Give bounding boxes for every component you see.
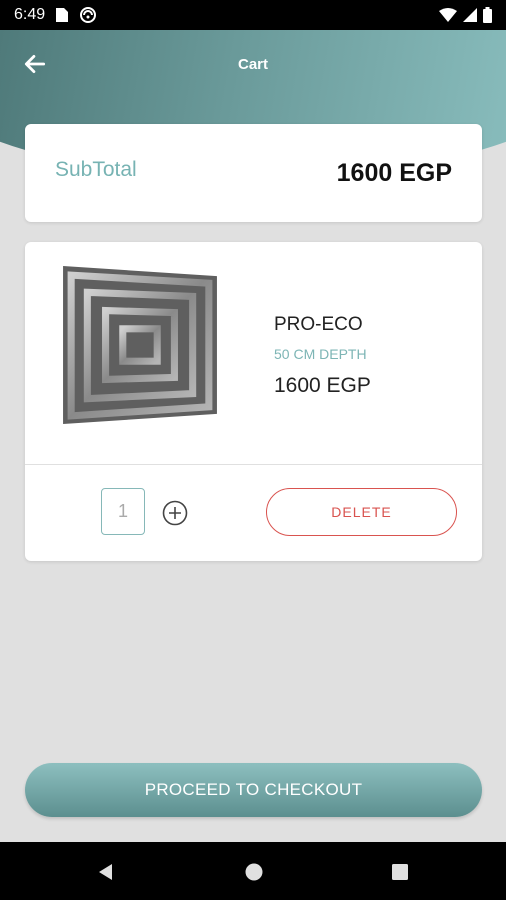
page-title: Cart [237, 56, 268, 73]
status-right [439, 7, 492, 23]
checkout-button[interactable]: PROCEED TO CHECKOUT [25, 763, 482, 817]
product-variant: 50 CM DEPTH [274, 346, 367, 362]
plus-circle-icon[interactable] [162, 500, 188, 526]
back-triangle-icon[interactable] [96, 862, 116, 882]
quantity-value: 1 [117, 501, 128, 521]
sd-card-icon [56, 8, 69, 22]
quantity-field[interactable]: 1 [101, 488, 145, 535]
status-left: 6:49 [14, 6, 97, 24]
grille-product-icon [63, 266, 217, 424]
product-name: PRO-ECO [274, 314, 363, 335]
home-circle-icon[interactable] [244, 862, 264, 882]
checkout-label: PROCEED TO CHECKOUT [144, 780, 363, 799]
subtotal-card: SubTotal 1600 EGP [25, 124, 482, 222]
signal-icon [463, 8, 477, 22]
cart-item-card: PRO-ECO 50 CM DEPTH 1600 EGP 1 DELETE [25, 242, 482, 561]
recents-square-icon[interactable] [390, 862, 410, 882]
sync-icon [80, 7, 97, 23]
subtotal-value: 1600 EGP [336, 159, 452, 187]
navigation-bar [0, 842, 506, 900]
battery-icon [483, 7, 492, 23]
delete-button[interactable]: DELETE [266, 488, 457, 536]
subtotal-label: SubTotal [55, 158, 137, 181]
product-price: 1600 EGP [274, 374, 371, 397]
wifi-icon [439, 8, 457, 22]
status-time: 6:49 [14, 6, 46, 23]
divider [25, 464, 482, 465]
status-bar: 6:49 [0, 0, 506, 30]
delete-label: DELETE [331, 504, 392, 520]
